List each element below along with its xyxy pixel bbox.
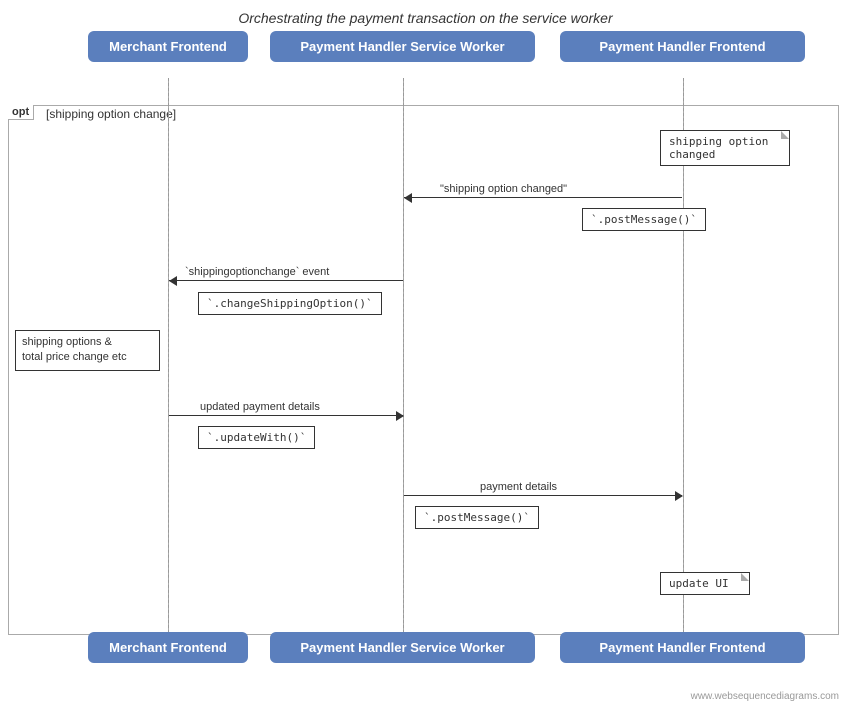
diagram-container: Orchestrating the payment transaction on… bbox=[0, 0, 851, 710]
actor-merchant-top: Merchant Frontend bbox=[88, 31, 248, 62]
actor-payment-frontend-top: Payment Handler Frontend bbox=[560, 31, 805, 62]
lifeline-merchant bbox=[168, 78, 169, 633]
actor-merchant-bottom: Merchant Frontend bbox=[88, 632, 248, 663]
label-payment-details: payment details bbox=[480, 481, 557, 493]
label-shippingoptionchange: `shippingoptionchange` event bbox=[185, 266, 329, 278]
note-update-ui: update UI bbox=[660, 572, 750, 595]
note-shipping-option-changed: shipping option changed bbox=[660, 130, 790, 166]
watermark: www.websequencediagrams.com bbox=[691, 691, 839, 702]
actor-payment-sw-bottom: Payment Handler Service Worker bbox=[270, 632, 535, 663]
label-updated-payment-details: updated payment details bbox=[200, 401, 320, 413]
lifeline-payment-sw bbox=[403, 78, 404, 633]
arrow-payment-details bbox=[404, 495, 682, 496]
note-change-shipping: `.changeShippingOption()` bbox=[198, 292, 382, 315]
actor-payment-frontend-bottom: Payment Handler Frontend bbox=[560, 632, 805, 663]
opt-label: opt bbox=[8, 105, 34, 120]
actor-payment-sw-top: Payment Handler Service Worker bbox=[270, 31, 535, 62]
opt-condition: [shipping option change] bbox=[40, 105, 182, 123]
note-post-message-2: `.postMessage()` bbox=[415, 506, 539, 529]
label-shipping-option-changed: "shipping option changed" bbox=[440, 183, 567, 195]
diagram-title: Orchestrating the payment transaction on… bbox=[0, 0, 851, 31]
note-post-message-1: `.postMessage()` bbox=[582, 208, 706, 231]
arrow-shipping-option-changed bbox=[404, 197, 682, 198]
arrow-shippingoptionchange bbox=[169, 280, 403, 281]
note-update-with: `.updateWith()` bbox=[198, 426, 315, 449]
arrow-updated-payment-details bbox=[169, 415, 403, 416]
side-note-shipping-options: shipping options &total price change etc bbox=[15, 330, 160, 371]
